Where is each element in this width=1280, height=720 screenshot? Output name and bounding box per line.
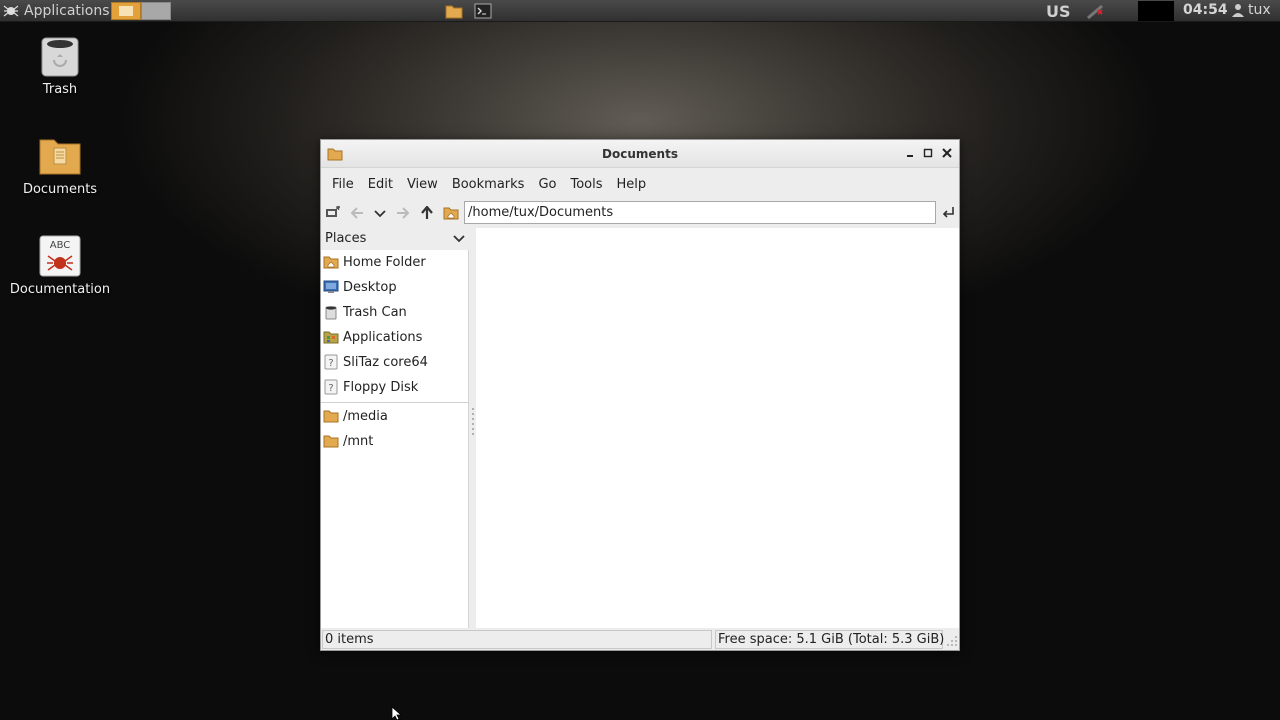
up-button[interactable]: [418, 204, 436, 222]
new-tab-button[interactable]: [324, 204, 342, 222]
unknown-drive-icon: ?: [324, 354, 338, 370]
free-space-info: Free space: 5.1 GiB (Total: 5.3 GiB): [715, 630, 944, 649]
maximize-button[interactable]: [921, 146, 935, 160]
file-list-area[interactable]: [476, 228, 959, 628]
home-button[interactable]: [442, 204, 460, 222]
applications-icon: [323, 331, 339, 344]
menu-help[interactable]: Help: [610, 174, 654, 196]
window-titlebar[interactable]: Documents: [321, 140, 959, 168]
minimize-button[interactable]: [903, 146, 917, 160]
applications-label: Applications: [24, 3, 110, 19]
menu-go[interactable]: Go: [531, 174, 563, 196]
sidebar-item-label: Desktop: [343, 279, 397, 295]
home-folder-icon: [443, 207, 459, 220]
sidebar-item-label: Trash Can: [343, 304, 407, 320]
terminal-launcher-icon[interactable]: [474, 2, 492, 20]
close-button[interactable]: [940, 146, 954, 160]
sidebar-item-floppy-disk[interactable]: ? Floppy Disk: [321, 376, 469, 398]
desktop-icon-documents[interactable]: Documents: [0, 134, 120, 197]
keyboard-layout-indicator[interactable]: US: [1046, 2, 1071, 21]
system-tray: [1138, 1, 1174, 21]
desktop-icon-trash[interactable]: Trash: [0, 34, 120, 97]
workspace-2-button[interactable]: [141, 2, 171, 20]
jump-to-icon: [942, 207, 954, 218]
status-bar: 0 items Free space: 5.1 GiB (Total: 5.3 …: [321, 629, 959, 650]
desktop-icon-label: Documentation: [9, 282, 111, 297]
window-title: Documents: [602, 147, 678, 161]
sidebar-item-trash-can[interactable]: Trash Can: [321, 301, 469, 323]
folder-icon: [323, 410, 339, 423]
sidebar-item-desktop[interactable]: Desktop: [321, 276, 469, 298]
sidebar-item-label: Floppy Disk: [343, 379, 419, 395]
home-folder-icon: [323, 256, 339, 269]
menu-bookmarks[interactable]: Bookmarks: [445, 174, 532, 196]
trash-icon: [325, 306, 337, 320]
sidebar-item-slitaz-core64[interactable]: ? SliTaz core64: [321, 351, 469, 373]
chevron-down-icon: [453, 235, 465, 243]
sidebar-item-label: /mnt: [343, 433, 374, 449]
back-arrow-icon: [350, 207, 363, 219]
side-pane-selector[interactable]: Places: [321, 228, 469, 248]
top-panel: Applications US 04:54 tux: [0, 0, 1280, 22]
applications-menu[interactable]: Applications: [2, 1, 110, 21]
user-icon: [1232, 4, 1244, 17]
up-arrow-icon: [421, 206, 433, 219]
sidebar-item-label: SliTaz core64: [343, 354, 428, 370]
sidebar-item-media[interactable]: /media: [321, 405, 469, 427]
chevron-down-icon: [374, 210, 386, 218]
desktop-icon-documentation[interactable]: ABC Documentation: [0, 234, 120, 297]
back-button[interactable]: [348, 204, 366, 222]
svg-text:?: ?: [328, 383, 333, 394]
places-label: Places: [325, 230, 367, 246]
user-menu[interactable]: tux: [1232, 2, 1271, 18]
menu-bar: File Edit View Bookmarks Go Tools Help: [321, 174, 959, 196]
sidebar-divider: [321, 402, 469, 403]
menu-view[interactable]: View: [400, 174, 445, 196]
network-disconnected-icon[interactable]: [1086, 2, 1108, 20]
documentation-icon: ABC: [39, 235, 81, 277]
file-manager-window: Documents File Edit View Bookmarks Go To…: [320, 139, 960, 651]
menu-file[interactable]: File: [325, 174, 361, 196]
workspace-1-button[interactable]: [111, 2, 141, 20]
menu-edit[interactable]: Edit: [361, 174, 400, 196]
forward-arrow-icon: [397, 207, 410, 219]
maximize-icon: [923, 148, 933, 158]
sidebar-item-label: Home Folder: [343, 254, 426, 270]
resize-grip-icon[interactable]: [946, 633, 958, 647]
location-input[interactable]: /home/tux/Documents: [464, 201, 936, 224]
clock[interactable]: 04:54: [1183, 2, 1228, 18]
sidebar-item-mnt[interactable]: /mnt: [321, 430, 469, 452]
slitaz-spider-icon: [2, 2, 20, 20]
minimize-icon: [907, 155, 913, 157]
forward-button[interactable]: [394, 204, 412, 222]
sidebar-item-label: /media: [343, 408, 388, 424]
close-icon: [942, 148, 952, 158]
sidebar-item-applications[interactable]: Applications: [321, 326, 469, 348]
places-sidebar: Home Folder Desktop Trash Can Applicatio…: [321, 250, 469, 628]
new-tab-icon: [326, 206, 340, 217]
file-manager-launcher-icon[interactable]: [445, 2, 463, 20]
documents-folder-icon: [39, 139, 81, 175]
desktop-icon: [323, 280, 339, 293]
folder-icon: [323, 435, 339, 448]
desktop-icon-label: Trash: [42, 82, 78, 97]
unknown-drive-icon: ?: [324, 379, 338, 395]
mouse-cursor-icon: [391, 706, 401, 720]
go-button[interactable]: [939, 204, 957, 222]
sidebar-item-home-folder[interactable]: Home Folder: [321, 251, 469, 273]
user-name: tux: [1248, 2, 1271, 18]
svg-text:?: ?: [328, 358, 333, 369]
trash-bin-icon: [41, 37, 79, 77]
desktop-icon-label: Documents: [22, 182, 98, 197]
svg-text:ABC: ABC: [50, 240, 71, 251]
sidebar-item-label: Applications: [343, 329, 423, 345]
menu-tools[interactable]: Tools: [563, 174, 609, 196]
history-dropdown[interactable]: [371, 204, 389, 222]
item-count: 0 items: [322, 630, 712, 649]
